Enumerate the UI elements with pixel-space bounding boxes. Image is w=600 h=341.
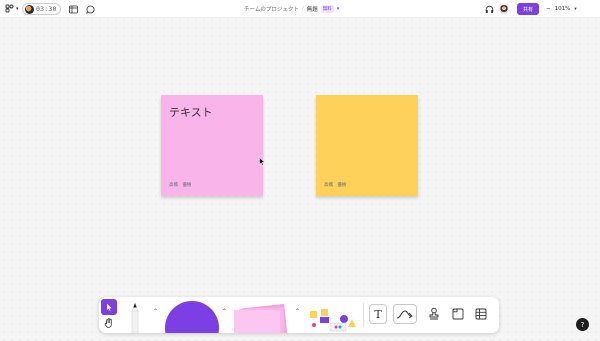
sticky-note[interactable]: テキスト 高橋 優樹 (161, 95, 263, 196)
share-button[interactable]: 共有 (517, 3, 539, 15)
timer-widget[interactable]: 03:30 (22, 3, 61, 15)
file-title[interactable]: 無題 (307, 5, 318, 13)
main-menu-button[interactable]: ▾ (5, 0, 19, 18)
stamp-widgets-icon[interactable] (306, 305, 358, 333)
file-breadcrumb: チームのプロジェクト / 無題 無料 ▾ (244, 0, 339, 18)
chevron-up-icon[interactable]: ⌃ (222, 308, 227, 315)
comment-button[interactable] (86, 0, 95, 18)
audio-button[interactable] (485, 0, 494, 18)
mouse-cursor-icon (259, 157, 265, 166)
text-tool-button[interactable]: T (369, 304, 387, 324)
zoom-out-icon[interactable]: − (546, 6, 551, 12)
table-icon (475, 308, 487, 320)
top-bar: ▾ 03:30 チームのプロジェクト / 無題 無料 ▾ 共有 − 101% ▾ (0, 0, 600, 18)
avatar (25, 4, 34, 14)
chevron-up-icon[interactable]: ⌃ (295, 308, 300, 315)
connector-tool-button[interactable] (393, 304, 417, 324)
sticky-text[interactable]: テキスト (169, 104, 213, 120)
bottom-toolbar: ⌃ ⌃ ⌃ T (99, 297, 499, 333)
avatar[interactable] (499, 4, 509, 14)
plan-badge: 無料 (320, 5, 334, 13)
select-tool-button[interactable] (101, 299, 117, 315)
headphones-icon (485, 5, 494, 13)
chevron-down-icon: ▾ (16, 6, 19, 12)
toolbar-divider (363, 303, 364, 327)
pointer-icon (107, 303, 112, 311)
section-tool-button[interactable] (449, 304, 467, 324)
zoom-level[interactable]: 101% (555, 6, 571, 12)
section-icon (452, 308, 464, 320)
table-tool-button[interactable] (472, 304, 490, 324)
hand-tool-button[interactable] (101, 316, 117, 331)
stamp-icon (429, 307, 439, 320)
text-tool-label: T (374, 307, 382, 321)
sticky-note-tool-icon[interactable] (230, 300, 292, 333)
chevron-down-icon[interactable]: ▾ (337, 6, 340, 12)
layout-icon (69, 5, 78, 13)
chevron-up-icon[interactable]: ⌃ (153, 308, 158, 315)
help-button[interactable]: ? (576, 318, 589, 331)
hand-icon (104, 318, 112, 328)
stamp-tool-button[interactable] (425, 304, 443, 324)
chevron-down-icon[interactable]: ▾ (574, 7, 576, 12)
sidebar-toggle-button[interactable] (69, 0, 78, 18)
figjam-logo-icon (5, 4, 14, 13)
pen-tool-icon[interactable] (126, 301, 144, 333)
comment-icon (86, 5, 95, 14)
sticky-note[interactable]: 高橋 優樹 (316, 95, 418, 196)
sticky-author: 高橋 優樹 (324, 183, 347, 188)
shape-tool-button[interactable] (165, 301, 219, 333)
breadcrumb-team[interactable]: チームのプロジェクト (244, 5, 299, 13)
timer-display: 03:30 (36, 5, 57, 13)
zoom-controls: − 101% ▾ (546, 0, 577, 18)
sticky-author: 高橋 優樹 (169, 183, 192, 188)
breadcrumb-separator: / (301, 6, 304, 12)
connector-icon (396, 310, 413, 319)
